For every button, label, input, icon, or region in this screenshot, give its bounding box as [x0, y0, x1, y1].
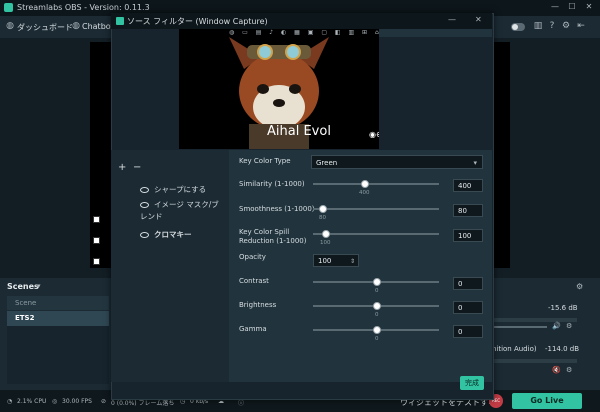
dialog-close-button[interactable]: ✕: [475, 15, 482, 24]
preview-toolbar-icons[interactable]: ◍ ▭ ▤ ♪ ◐ ▦ ▣ ▢ ◧ ▥ ⊞ ⌂: [229, 29, 399, 37]
dialog-logo-icon: [116, 17, 124, 25]
opacity-value: 100: [318, 257, 332, 265]
filter-label: シャープにする: [154, 185, 207, 194]
similarity-label: Similarity (1-1000): [239, 180, 305, 188]
mixer-track1-slider[interactable]: [489, 326, 547, 328]
brightness-input[interactable]: 0: [453, 301, 483, 314]
visibility-eye-icon[interactable]: [140, 202, 149, 208]
key-color-value: Green: [316, 159, 338, 167]
contrast-label: Contrast: [239, 277, 269, 285]
stepper-arrows-icon[interactable]: ⇕: [350, 255, 355, 268]
track1-gear-icon[interactable]: ⚙: [566, 322, 572, 330]
filter-item-chroma-key[interactable]: クロマキー: [140, 229, 192, 240]
chevron-down-icon: ▾: [473, 159, 477, 167]
preview-badge-icons: ◉⊕Ⓜ: [369, 130, 379, 139]
dialog-minimize-button[interactable]: —: [448, 15, 456, 24]
chatbot-icon: ◍: [72, 21, 80, 31]
gamma-label: Gamma: [239, 325, 267, 333]
smoothness-slider[interactable]: [313, 208, 439, 210]
maximize-button[interactable]: ☐: [565, 2, 579, 14]
key-color-type-label: Key Color Type: [239, 157, 291, 165]
scene-column-header: Scene: [7, 296, 109, 310]
gamma-slider-knob[interactable]: [373, 326, 381, 334]
close-button[interactable]: ✕: [582, 2, 596, 14]
resize-handle[interactable]: [93, 237, 100, 244]
app-title: Streamlabs OBS - Version: 0.11.3: [17, 3, 150, 12]
mute-icon[interactable]: 🔇: [552, 366, 561, 374]
similarity-slider[interactable]: [313, 183, 439, 185]
resize-handle[interactable]: [93, 216, 100, 223]
brightness-slider-knob[interactable]: [373, 302, 381, 310]
spill-reduction-slider[interactable]: [313, 233, 439, 235]
smoothness-input[interactable]: 80: [453, 204, 483, 217]
mixer-track2-name: inition Audio): [490, 345, 537, 353]
theme-toggle[interactable]: [511, 23, 525, 31]
fps-icon: ◎: [52, 398, 58, 405]
similarity-tick: 400: [359, 190, 370, 196]
preview-overlay-text: Aihal Evol: [267, 124, 331, 139]
add-filter-button[interactable]: +: [118, 162, 126, 173]
minimize-button[interactable]: —: [548, 2, 562, 14]
done-button[interactable]: 完成: [460, 376, 484, 390]
remove-filter-button[interactable]: −: [133, 162, 141, 173]
opacity-label: Opacity: [239, 253, 266, 261]
brightness-tick: 0: [375, 312, 379, 318]
contrast-tick: 0: [375, 288, 379, 294]
mixer-settings-gear-icon[interactable]: ⚙: [576, 282, 583, 291]
track2-gear-icon[interactable]: ⚙: [566, 366, 572, 374]
filter-item-sharpen[interactable]: シャープにする: [140, 184, 206, 195]
key-color-type-select[interactable]: Green ▾: [311, 155, 483, 169]
contrast-slider-knob[interactable]: [373, 278, 381, 286]
spill-reduction-tick: 100: [320, 240, 331, 246]
smoothness-tick: 80: [319, 215, 326, 221]
app-logo-icon: [4, 3, 13, 12]
resize-handle[interactable]: [93, 258, 100, 265]
filter-label: クロマキー: [154, 230, 192, 239]
opacity-stepper[interactable]: 100 ⇕: [313, 254, 359, 267]
scene-list: [7, 326, 109, 384]
brightness-label: Brightness: [239, 301, 277, 309]
mixer-track1-meter: [493, 318, 577, 322]
filter-label: イメージ マスク/ブレンド: [140, 200, 219, 221]
contrast-input[interactable]: 0: [453, 277, 483, 290]
fps-value: 30.00 FPS: [62, 398, 92, 405]
scenes-header: Scenes: [7, 282, 39, 291]
dialog-title: ソース フィルター (Window Capture): [127, 17, 268, 26]
filter-preview: Aihal Evol ◉⊕Ⓜ: [179, 29, 379, 149]
visibility-eye-icon[interactable]: [140, 232, 149, 238]
mixer-track2-db: -114.0 dB: [545, 345, 580, 353]
studio-mode-icon[interactable]: ▥: [533, 21, 543, 31]
help-icon[interactable]: ?: [547, 21, 557, 31]
similarity-input[interactable]: 400: [453, 179, 483, 192]
mixer-track1-db: -15.6 dB: [548, 304, 578, 312]
settings-gear-icon[interactable]: ⚙: [561, 21, 571, 31]
smoothness-slider-knob[interactable]: [319, 205, 327, 213]
logout-icon[interactable]: ⇤: [576, 21, 586, 31]
dashboard-icon: ◍: [6, 21, 14, 31]
scene-item[interactable]: ETS2: [7, 311, 109, 326]
volume-icon[interactable]: 🔊: [552, 322, 561, 330]
go-live-button[interactable]: Go Live: [512, 393, 582, 409]
scenes-dropdown-icon[interactable]: ▾: [37, 282, 41, 290]
scene-item-label: ETS2: [15, 314, 35, 322]
visibility-eye-icon[interactable]: [140, 187, 149, 193]
chatbot-link[interactable]: Chatbot: [82, 22, 114, 31]
scene-column-label: Scene: [15, 299, 37, 307]
smoothness-label: Smoothness (1-1000): [239, 205, 315, 213]
dropped-icon: ⊘: [101, 398, 107, 405]
mixer-track2-meter: [493, 359, 577, 363]
similarity-slider-knob[interactable]: [361, 180, 369, 188]
gamma-input[interactable]: 0: [453, 325, 483, 338]
cpu-usage: 2.1% CPU: [17, 398, 47, 405]
filter-item-image-mask[interactable]: イメージ マスク/ブレンド: [140, 199, 225, 223]
dialog-titlebar: ソース フィルター (Window Capture) — ✕: [111, 13, 492, 29]
spill-reduction-label: Key Color Spill Reduction (1-1000): [239, 228, 307, 245]
spill-reduction-input[interactable]: 100: [453, 229, 483, 242]
cpu-icon: ◔: [7, 398, 13, 405]
gamma-tick: 0: [375, 336, 379, 342]
dashboard-link[interactable]: ダッシュボード: [17, 22, 73, 33]
spill-reduction-slider-knob[interactable]: [322, 230, 330, 238]
